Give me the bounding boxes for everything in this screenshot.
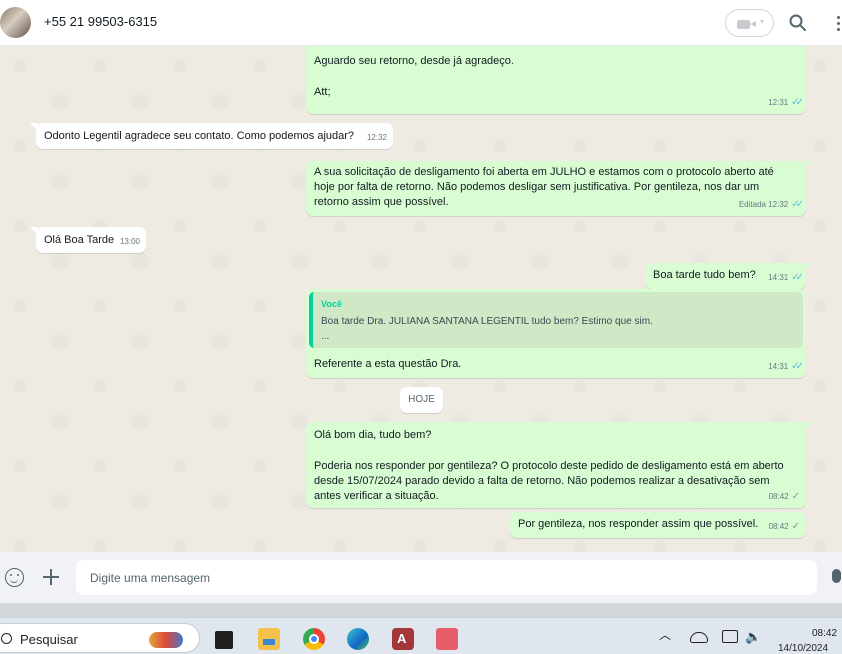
clock-date[interactable]: 14/10/2024 xyxy=(778,643,828,654)
message-time: 13:00 xyxy=(119,237,140,246)
emoji-icon[interactable] xyxy=(5,568,24,587)
message-text: Att; xyxy=(314,86,331,98)
message-outgoing[interactable]: Boa tarde tudo bem? 14:31 ✓✓ xyxy=(645,263,812,289)
clock-time[interactable]: 08:42 xyxy=(812,628,837,639)
quote-author: Você xyxy=(321,299,342,309)
message-text: Referente a esta questão Dra. xyxy=(314,358,462,370)
read-ticks-icon: ✓✓ xyxy=(791,361,804,372)
sent-tick-icon: ✓ xyxy=(791,521,800,532)
file-explorer-icon[interactable] xyxy=(258,628,280,650)
message-meta: 14:31 ✓✓ xyxy=(768,270,804,286)
message-outgoing[interactable]: Por gentileza, nos responder assim que p… xyxy=(510,512,806,538)
bubble-tail xyxy=(30,123,38,131)
message-text: Olá bom dia, tudo bem? xyxy=(314,429,432,441)
search-icon xyxy=(789,14,806,31)
message-text: Odonto Legentil agradece seu contato. Co… xyxy=(44,130,355,142)
message-incoming[interactable]: Olá Boa Tarde 13:00 xyxy=(30,227,146,253)
volume-icon[interactable]: 🔈 xyxy=(745,629,761,645)
sent-tick-icon: ✓ xyxy=(791,491,800,502)
search-icon xyxy=(1,633,12,644)
snipping-tool-icon[interactable] xyxy=(436,628,458,650)
bubble-tail xyxy=(804,263,812,271)
task-view-icon[interactable] xyxy=(215,631,233,649)
message-text: Aguardo seu retorno, desde já agradeço. xyxy=(314,55,514,67)
message-text: A sua solicitação de desligamento foi ab… xyxy=(314,166,774,178)
bubble-tail xyxy=(804,161,812,169)
contact-avatar[interactable] xyxy=(0,7,31,38)
message-time: 12:32 xyxy=(366,133,387,142)
video-call-button[interactable]: ▾ xyxy=(725,9,774,37)
network-icon[interactable] xyxy=(690,632,708,643)
edited-label: Editada xyxy=(738,200,766,209)
tray-chevron-up-icon[interactable]: ︿ xyxy=(659,626,671,643)
day-separator: HOJE xyxy=(400,387,443,413)
message-text: Poderia nos responder por gentileza? O p… xyxy=(314,460,784,472)
message-time: 12:31 xyxy=(768,98,789,107)
message-meta: 08:42 ✓ xyxy=(769,519,800,535)
message-meta: 14:31 ✓✓ xyxy=(768,359,804,375)
message-text: hoje por falta de retorno. Não podemos d… xyxy=(314,181,760,193)
search-button[interactable] xyxy=(786,11,810,35)
edge-icon[interactable] xyxy=(347,628,369,650)
message-text: retorno assim que possível. xyxy=(314,196,449,208)
search-highlight-icon xyxy=(149,632,183,648)
message-time: 12:32 xyxy=(768,200,789,209)
quoted-message[interactable]: Você Boa tarde Dra. JULIANA SANTANA LEGE… xyxy=(309,292,803,348)
quote-text: Boa tarde Dra. JULIANA SANTANA LEGENTIL … xyxy=(321,316,653,327)
quote-text: ... xyxy=(321,331,330,342)
message-text: antes verificar a situação. xyxy=(314,490,439,502)
taskbar-search[interactable]: Pesquisar xyxy=(0,623,200,653)
plus-icon[interactable] xyxy=(42,568,60,586)
video-call-icon xyxy=(737,20,756,29)
chat-header: +55 21 99503-6315 ▾ xyxy=(0,0,842,46)
contact-name[interactable]: +55 21 99503-6315 xyxy=(44,14,157,29)
chevron-down-icon: ▾ xyxy=(760,17,765,26)
read-ticks-icon: ✓✓ xyxy=(791,272,804,283)
windows-taskbar: Pesquisar ︿ 🔈 08:42 14/10/2024 xyxy=(0,617,842,654)
message-time: 08:42 xyxy=(768,492,789,501)
display-icon[interactable] xyxy=(722,630,738,643)
bubble-tail xyxy=(30,227,38,235)
chrome-icon[interactable] xyxy=(303,628,325,650)
read-ticks-icon: ✓✓ xyxy=(791,97,804,108)
message-text: Boa tarde tudo bem? xyxy=(653,269,756,281)
message-outgoing[interactable]: Olá bom dia, tudo bem? Poderia nos respo… xyxy=(306,422,812,508)
message-time: 14:31 xyxy=(768,273,789,282)
microphone-icon[interactable] xyxy=(832,569,841,583)
read-ticks-icon: ✓✓ xyxy=(791,199,804,210)
conversation-panel[interactable]: Aguardo seu retorno, desde já agradeço. … xyxy=(0,46,842,552)
access-icon[interactable] xyxy=(392,628,414,650)
message-text: Por gentileza, nos responder assim que p… xyxy=(518,518,759,530)
message-meta: Editada 12:32 ✓✓ xyxy=(738,197,804,213)
message-outgoing[interactable]: Você Boa tarde Dra. JULIANA SANTANA LEGE… xyxy=(306,289,806,378)
message-composer xyxy=(0,552,842,603)
message-input[interactable] xyxy=(76,560,817,595)
message-text: desde 15/07/2024 parado devido a falta d… xyxy=(314,475,770,487)
message-incoming[interactable]: Odonto Legentil agradece seu contato. Co… xyxy=(30,123,393,149)
message-outgoing[interactable]: A sua solicitação de desligamento foi ab… xyxy=(306,161,812,216)
message-time: 08:42 xyxy=(768,522,789,531)
message-text: Olá Boa Tarde xyxy=(44,234,115,246)
bubble-tail xyxy=(804,422,812,430)
message-meta: 12:31 ✓✓ xyxy=(768,95,804,111)
message-time: 14:31 xyxy=(768,362,789,371)
message-outgoing[interactable]: Aguardo seu retorno, desde já agradeço. … xyxy=(306,46,806,114)
message-meta: 08:42 ✓ xyxy=(769,489,800,505)
menu-button[interactable] xyxy=(828,11,842,35)
taskbar-search-label: Pesquisar xyxy=(20,632,78,647)
window-bottom-edge xyxy=(0,603,842,617)
